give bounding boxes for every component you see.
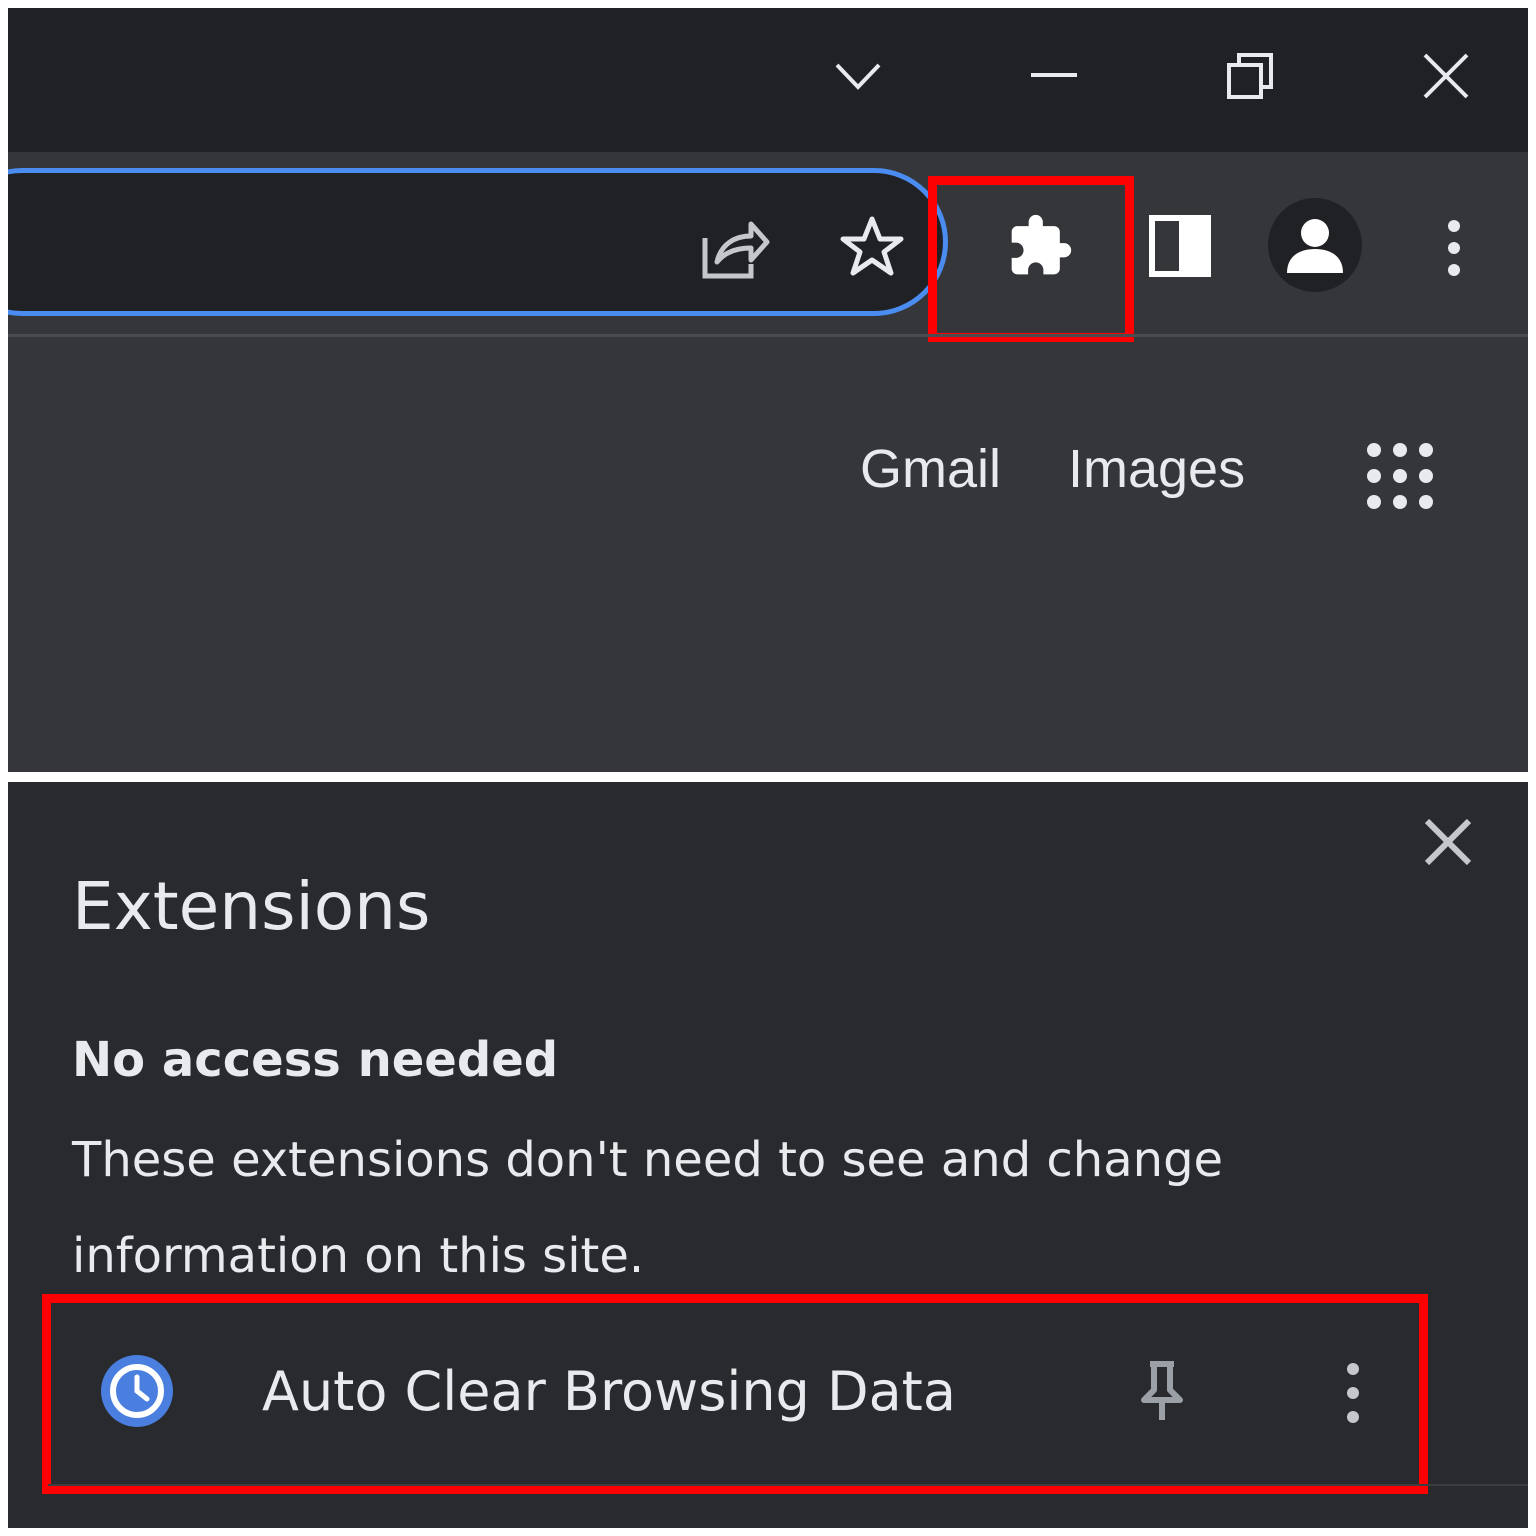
gmail-link[interactable]: Gmail (860, 438, 1001, 500)
section-description: These extensions don't need to see and c… (72, 1132, 1224, 1284)
minimize-icon (1031, 73, 1077, 77)
minimize-button[interactable] (1014, 36, 1094, 116)
share-icon (702, 221, 770, 279)
more-vert-icon (1448, 220, 1460, 276)
popup-title: Extensions (72, 868, 431, 945)
toolbar-divider (8, 334, 1528, 337)
close-popup-button[interactable] (1420, 814, 1476, 870)
tab-search-button[interactable] (818, 36, 898, 116)
star-icon (840, 216, 904, 276)
title-bar (8, 8, 1528, 152)
profile-button[interactable] (1268, 198, 1362, 292)
chrome-menu-button[interactable] (1430, 208, 1478, 288)
chevron-down-icon (835, 63, 881, 90)
extensions-popup: Extensions No access needed These extens… (8, 782, 1528, 1528)
side-panel-icon (1149, 215, 1211, 277)
bookmark-star-button[interactable] (834, 208, 910, 284)
extensions-button-highlight (928, 176, 1134, 342)
close-icon (1424, 818, 1472, 866)
section-heading: No access needed (72, 1032, 559, 1088)
google-apps-button[interactable] (1360, 436, 1440, 516)
images-link[interactable]: Images (1068, 438, 1245, 500)
restore-button[interactable] (1210, 36, 1290, 116)
browser-window-crop: Gmail Images (8, 8, 1528, 772)
close-window-button[interactable] (1406, 36, 1486, 116)
restore-icon (1227, 53, 1273, 99)
extension-item-highlight (42, 1294, 1428, 1494)
list-divider (48, 1484, 1528, 1486)
side-panel-button[interactable] (1142, 208, 1218, 284)
apps-grid-icon (1367, 443, 1433, 509)
address-bar[interactable] (8, 168, 948, 316)
share-button[interactable] (698, 210, 774, 286)
close-icon (1423, 53, 1469, 99)
avatar-icon (1287, 219, 1343, 273)
